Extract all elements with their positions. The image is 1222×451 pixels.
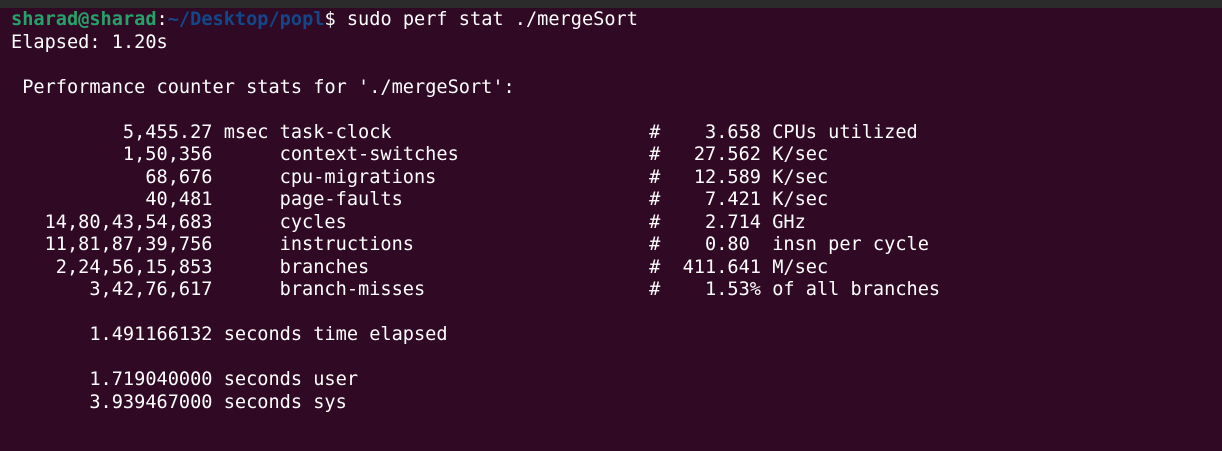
command: sudo perf stat ./mergeSort: [335, 9, 638, 30]
counter-row: 14,80,43,54,683 cycles #2.714 GHz: [11, 212, 940, 235]
counter-value: 11,81,87,39,756: [44, 234, 213, 255]
metric-value: 1.53%: [705, 279, 761, 300]
time-label: seconds time elapsed: [223, 324, 448, 345]
metric-value: 411.641: [682, 256, 761, 278]
counter-value: 3,42,76,617: [89, 279, 213, 300]
metric-value: 27.562: [693, 144, 761, 165]
time-value: 1.491166132: [89, 324, 213, 345]
counter-value: 14,80,43,54,683: [44, 211, 213, 233]
stats-header: Performance counter stats for './mergeSo…: [11, 76, 515, 98]
hash-marker: #: [649, 121, 661, 143]
counter-event: branch-misses: [279, 279, 426, 300]
hash-marker: #: [649, 234, 661, 255]
counter-event: task-clock: [279, 121, 392, 143]
prompt-symbol: $: [324, 9, 336, 30]
metric-unit: K/sec: [772, 144, 829, 165]
counter-event: cycles: [279, 211, 347, 233]
counter-unit: msec: [223, 121, 269, 143]
prompt-user-host: sharad@sharad: [11, 9, 157, 30]
counter-value: 2,24,56,15,853: [55, 256, 213, 278]
metric-unit: K/sec: [772, 189, 829, 210]
time-row: 1.719040000 seconds user: [11, 369, 940, 392]
metric-value: 2.714: [705, 211, 761, 233]
metric-unit: insn per cycle: [772, 234, 929, 255]
counter-row: 2,24,56,15,853 branches #411.641 M/sec: [11, 257, 940, 280]
counter-value: 1,50,356: [122, 144, 213, 165]
counter-event: cpu-migrations: [279, 166, 437, 188]
metric-unit: CPUs utilized: [772, 121, 918, 143]
prompt-path: ~/Desktop/popl: [167, 9, 325, 30]
counter-row: 40,481 page-faults #7.421 K/sec: [11, 189, 940, 212]
time-row: 1.491166132 seconds time elapsed: [11, 324, 940, 347]
counter-row: 1,50,356 context-switches #27.562 K/sec: [11, 144, 940, 167]
terminal-output[interactable]: sharad@sharad:~/Desktop/popl$ sudo perf …: [11, 9, 940, 414]
prompt-separator: :: [156, 9, 168, 30]
prompt-line: sharad@sharad:~/Desktop/popl$ sudo perf …: [11, 9, 940, 32]
metric-unit: M/sec: [772, 256, 829, 278]
counter-row: 3,42,76,617 branch-misses #1.53% of all b…: [11, 279, 940, 302]
metric-value: 12.589: [693, 166, 761, 188]
time-label: seconds sys: [223, 391, 347, 413]
counter-row: 68,676 cpu-migrations #12.589 K/sec: [11, 167, 940, 190]
counter-value: 5,455.27: [122, 121, 213, 143]
metric-value: 3.658: [705, 121, 761, 143]
counter-row: 11,81,87,39,756 instructions #0.80 insn p…: [11, 234, 940, 257]
hash-marker: #: [649, 189, 661, 210]
metric-unit: of all branches: [772, 279, 941, 300]
counter-value: 40,481: [145, 189, 213, 210]
time-label: seconds user: [223, 369, 359, 390]
counter-value: 68,676: [145, 166, 213, 188]
hash-marker: #: [649, 256, 661, 278]
window-top-bar: [0, 0, 1222, 8]
time-value: 3.939467000: [89, 391, 213, 413]
metric-value: 7.421: [705, 189, 761, 210]
time-row: 3.939467000 seconds sys: [11, 392, 940, 415]
metric-unit: K/sec: [772, 166, 829, 188]
metric-unit: GHz: [772, 211, 806, 233]
elapsed-line: Elapsed: 1.20s: [11, 31, 168, 53]
time-value: 1.719040000: [89, 369, 213, 390]
counter-event: branches: [279, 256, 370, 278]
hash-marker: #: [649, 166, 661, 188]
counter-event: page-faults: [279, 189, 403, 210]
counter-row: 5,455.27 msec task-clock #3.658 CPUs util…: [11, 122, 940, 145]
hash-marker: #: [649, 279, 661, 300]
hash-marker: #: [649, 211, 661, 233]
metric-value: 0.80: [705, 234, 761, 255]
counter-event: context-switches: [279, 144, 459, 165]
hash-marker: #: [649, 144, 661, 165]
counter-event: instructions: [279, 234, 414, 255]
